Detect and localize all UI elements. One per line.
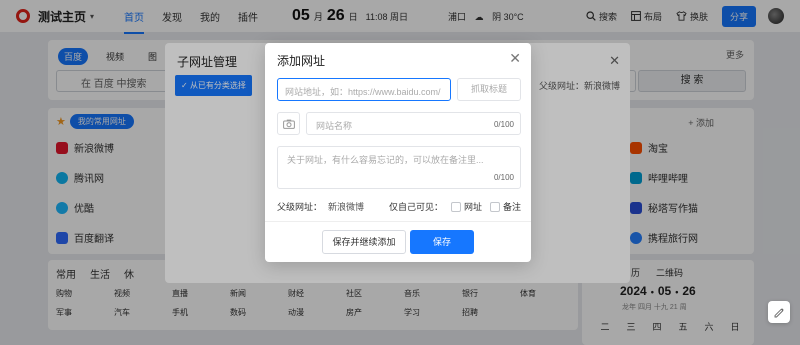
close-icon[interactable]: ✕ bbox=[509, 50, 521, 67]
parent-site-label: 父级网址： bbox=[277, 202, 323, 212]
private-url-label[interactable]: 网址 bbox=[464, 200, 482, 213]
edit-icon bbox=[774, 307, 784, 317]
site-name-placeholder: 网站名称 bbox=[316, 121, 353, 131]
note-textarea[interactable]: 关于网址，有什么容易忘记的，可以放在备注里... 0/100 bbox=[277, 146, 521, 189]
dialog-title: 添加网址 bbox=[277, 54, 326, 68]
private-note-label[interactable]: 备注 bbox=[503, 200, 521, 213]
site-icon-upload[interactable] bbox=[277, 112, 300, 135]
add-site-dialog: 添加网址 ✕ 网站地址，如：https://www.baidu.com/ 抓取标… bbox=[265, 43, 531, 262]
note-placeholder: 关于网址，有什么容易忘记的，可以放在备注里... bbox=[287, 155, 484, 165]
private-note-checkbox[interactable] bbox=[489, 201, 500, 212]
name-char-count: 0/100 bbox=[493, 120, 514, 129]
dialog-footer: 保存并继续添加 保存 bbox=[265, 221, 531, 262]
save-and-continue-button[interactable]: 保存并继续添加 bbox=[322, 230, 406, 254]
edit-floating-button[interactable] bbox=[768, 301, 790, 323]
fetch-title-button[interactable]: 抓取标题 bbox=[457, 78, 521, 101]
url-input[interactable]: 网站地址，如：https://www.baidu.com/ bbox=[277, 78, 451, 101]
site-name-input[interactable]: 网站名称 0/100 bbox=[306, 112, 521, 135]
dialog-meta-row: 父级网址： 新浪微博 仅自己可见： 网址 备注 bbox=[277, 200, 521, 213]
visibility-label: 仅自己可见： bbox=[388, 202, 443, 212]
visibility-options: 仅自己可见： 网址 备注 bbox=[389, 200, 521, 213]
camera-icon bbox=[282, 119, 295, 129]
note-char-count: 0/100 bbox=[493, 173, 514, 182]
private-url-checkbox[interactable] bbox=[450, 201, 461, 212]
parent-site-value: 新浪微博 bbox=[328, 202, 365, 212]
save-button[interactable]: 保存 bbox=[410, 230, 474, 254]
